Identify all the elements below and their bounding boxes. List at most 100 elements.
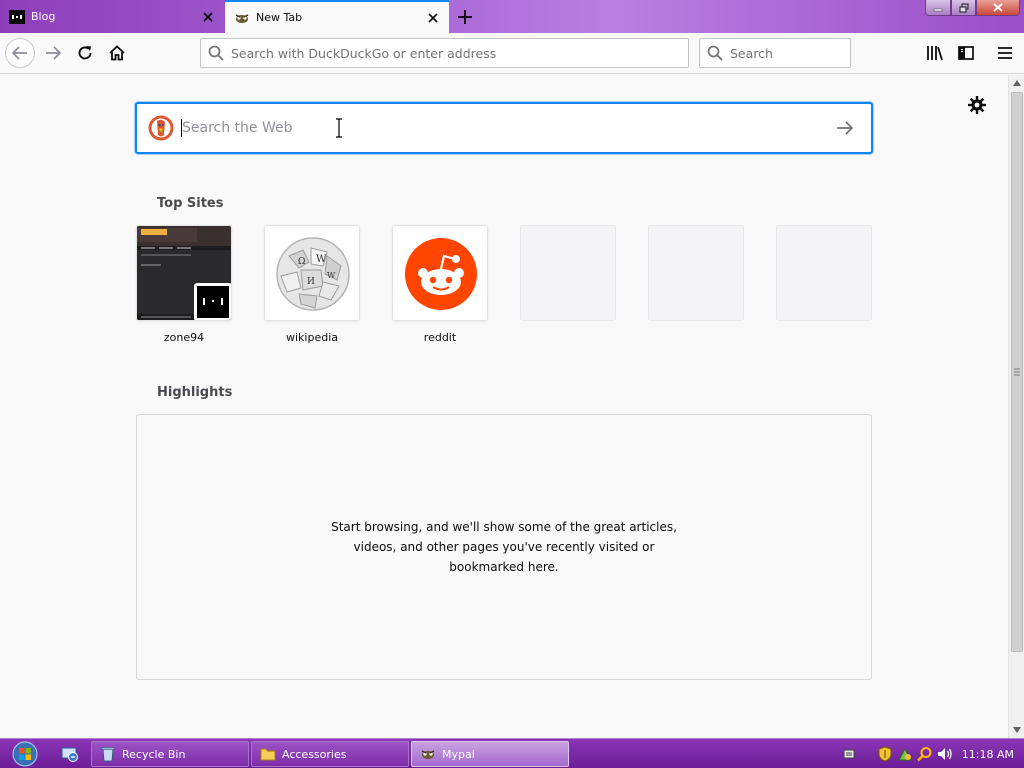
minimize-icon <box>933 8 943 11</box>
task-label: Mypal <box>442 747 475 761</box>
top-site-tile[interactable]: reddit <box>392 225 488 344</box>
sidebar-toggle-button[interactable] <box>951 38 981 68</box>
zone94-favicon-icon <box>194 283 231 320</box>
site-thumbnail <box>136 225 232 321</box>
folder-icon <box>260 746 276 762</box>
close-tab-icon[interactable] <box>423 8 443 28</box>
window-controls <box>925 0 1020 16</box>
web-search-box <box>135 102 873 154</box>
tab-blog[interactable]: Blog <box>0 0 224 33</box>
keyboard-icon[interactable] <box>840 745 858 763</box>
top-site-tile[interactable]: Ω W И W wikipedia <box>264 225 360 344</box>
navigation-toolbar: Search with DuckDuckGo or enter address … <box>0 33 1024 74</box>
maximize-button[interactable] <box>951 0 976 16</box>
recycle-bin-icon <box>100 746 116 762</box>
system-tray: 11:18 AM <box>840 739 1024 768</box>
arrow-right-icon <box>837 121 854 135</box>
triangle-up-icon <box>1013 80 1021 86</box>
scroll-up-button[interactable] <box>1009 75 1024 91</box>
site-label: wikipedia <box>285 331 338 344</box>
hamburger-menu-icon <box>998 47 1012 59</box>
tab-strip: Blog New Tab <box>0 0 1024 33</box>
gear-icon <box>968 96 986 114</box>
reload-icon <box>78 46 92 60</box>
task-label: Accessories <box>282 747 347 761</box>
home-button[interactable] <box>102 38 132 68</box>
site-label: reddit <box>423 331 457 344</box>
svg-text:И: И <box>307 277 315 287</box>
highlights-heading: Highlights <box>157 385 233 400</box>
security-shield-icon[interactable] <box>876 745 894 763</box>
restore-icon <box>958 2 969 13</box>
forward-button[interactable] <box>38 38 68 68</box>
search-icon <box>201 45 231 61</box>
reload-button[interactable] <box>70 38 100 68</box>
highlights-message: Start browsing, and we'll show some of t… <box>331 520 677 574</box>
top-sites-heading: Top Sites <box>157 196 224 211</box>
text-caret <box>181 119 182 137</box>
svg-text:W: W <box>316 254 327 265</box>
quick-launch-desktop-button[interactable] <box>60 744 80 764</box>
top-site-tile[interactable]: zone94 <box>136 225 232 344</box>
search-bar-placeholder: Search <box>730 45 773 61</box>
vertical-scrollbar[interactable] <box>1008 75 1024 738</box>
text-cursor-icon <box>336 118 342 138</box>
close-window-button[interactable] <box>976 0 1020 16</box>
taskbar-button-recycle-bin[interactable]: Recycle Bin <box>91 741 249 767</box>
search-bar[interactable]: Search <box>699 38 851 68</box>
tab-title: New Tab <box>256 11 303 24</box>
empty-top-site-slot[interactable] <box>648 225 744 321</box>
web-search-input[interactable] <box>182 120 825 136</box>
close-tab-icon[interactable] <box>198 7 218 27</box>
library-icon <box>927 46 943 61</box>
address-bar-placeholder: Search with DuckDuckGo or enter address <box>231 45 497 61</box>
home-icon <box>109 45 125 61</box>
svg-text:W: W <box>327 271 336 280</box>
empty-top-site-slot[interactable] <box>520 225 616 321</box>
search-icon[interactable] <box>916 745 934 763</box>
new-tab-button[interactable] <box>453 5 477 29</box>
taskbar-button-accessories[interactable]: Accessories <box>251 741 409 767</box>
tab-title: Blog <box>31 10 56 23</box>
reddit-logo-icon <box>405 238 477 310</box>
network-icon[interactable] <box>896 745 914 763</box>
triangle-down-icon <box>1013 727 1021 733</box>
highlights-empty-state: Start browsing, and we'll show some of t… <box>136 414 872 680</box>
menu-button[interactable] <box>990 38 1020 68</box>
task-label: Recycle Bin <box>122 747 186 761</box>
placeholder-tile <box>776 225 872 321</box>
sidebar-icon <box>958 46 974 60</box>
placeholder-tile <box>648 225 744 321</box>
scroll-thumb[interactable] <box>1011 92 1023 652</box>
tab-new-tab[interactable]: New Tab <box>225 0 449 33</box>
blog-favicon-icon <box>9 9 25 25</box>
search-icon <box>700 45 730 61</box>
clock[interactable]: 11:18 AM <box>962 748 1014 761</box>
plus-icon <box>458 10 472 24</box>
grip-icon <box>1014 368 1020 376</box>
back-arrow-icon <box>12 46 27 60</box>
os-taskbar: Recycle Bin Accessories Mypal 11:18 AM <box>0 738 1024 768</box>
show-desktop-icon <box>61 747 78 762</box>
windows-start-orb-icon <box>12 741 38 767</box>
library-button[interactable] <box>920 38 950 68</box>
new-tab-page: Top Sites zone <box>0 75 1008 738</box>
site-thumbnail <box>392 225 488 321</box>
empty-top-site-slot[interactable] <box>776 225 872 321</box>
placeholder-tile <box>520 225 616 321</box>
site-thumbnail: Ω W И W <box>264 225 360 321</box>
site-label: zone94 <box>163 331 205 344</box>
mypal-icon <box>420 746 436 762</box>
search-submit-button[interactable] <box>825 108 865 148</box>
wikipedia-globe-icon: Ω W И W <box>276 237 350 311</box>
start-button[interactable] <box>6 740 44 768</box>
address-bar[interactable]: Search with DuckDuckGo or enter address <box>200 38 689 68</box>
close-icon <box>993 3 1003 12</box>
forward-arrow-icon <box>46 46 61 60</box>
volume-icon[interactable] <box>936 745 954 763</box>
minimize-button[interactable] <box>925 0 951 16</box>
taskbar-button-mypal[interactable]: Mypal <box>411 741 569 767</box>
back-button[interactable] <box>5 38 35 68</box>
scroll-down-button[interactable] <box>1009 722 1024 738</box>
customize-settings-button[interactable] <box>966 94 988 116</box>
